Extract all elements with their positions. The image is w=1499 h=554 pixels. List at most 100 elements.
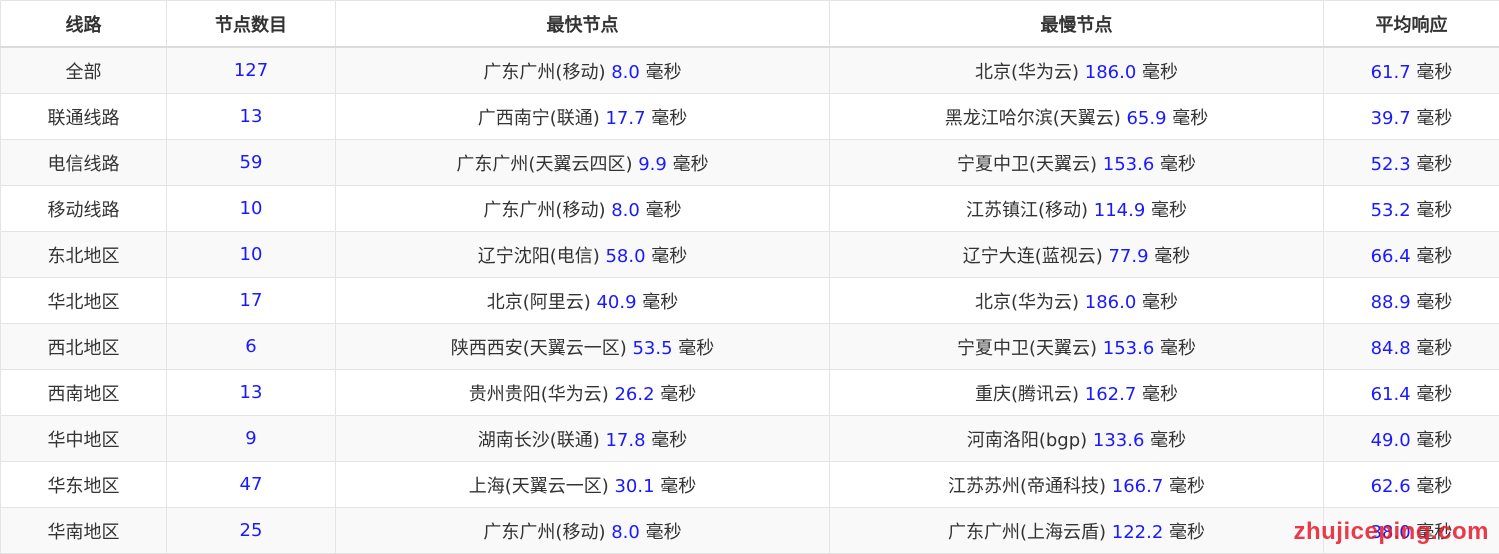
slowest-latency: 186.0 <box>1085 292 1137 313</box>
slowest-node-name: 宁夏中卫(天翼云) <box>957 154 1097 175</box>
slowest-cell: 黑龙江哈尔滨(天翼云) 65.9 毫秒 <box>830 94 1324 140</box>
fastest-node-name: 广东广州(移动) <box>483 62 605 83</box>
line-cell: 电信线路 <box>1 140 167 186</box>
average-cell: 88.9 毫秒 <box>1324 278 1499 324</box>
header-node-count: 节点数目 <box>167 1 336 48</box>
unit-label: 毫秒 <box>1416 108 1452 129</box>
table-body: 全部127广东广州(移动) 8.0 毫秒北京(华为云) 186.0 毫秒61.7… <box>1 47 1499 554</box>
unit-label: 毫秒 <box>1416 62 1452 83</box>
slowest-node-name: 北京(华为云) <box>975 292 1079 313</box>
unit-label: 毫秒 <box>646 522 682 543</box>
node-count: 10 <box>240 198 263 219</box>
slowest-node-name: 北京(华为云) <box>975 62 1079 83</box>
average-latency: 61.4 <box>1371 384 1411 405</box>
header-line: 线路 <box>1 1 167 48</box>
header-slowest-node: 最慢节点 <box>830 1 1324 48</box>
table-row: 联通线路 13 广西南宁(联通) 17.7 毫秒黑龙江哈尔滨(天翼云) 65.9 毫… <box>1 94 1499 140</box>
slowest-latency: 114.9 <box>1094 200 1146 221</box>
unit-label: 毫秒 <box>1169 476 1205 497</box>
fastest-cell: 北京(阿里云) 40.9 毫秒 <box>336 278 830 324</box>
unit-label: 毫秒 <box>660 384 696 405</box>
slowest-cell: 河南洛阳(bgp) 133.6 毫秒 <box>830 416 1324 462</box>
slowest-latency: 186.0 <box>1085 62 1137 83</box>
count-cell: 10 <box>167 186 336 232</box>
node-count: 13 <box>240 106 263 127</box>
slowest-latency: 65.9 <box>1126 108 1166 129</box>
average-cell: 61.7 毫秒 <box>1324 47 1499 94</box>
unit-label: 毫秒 <box>1416 292 1452 313</box>
fastest-latency: 58.0 <box>605 246 645 267</box>
line-name: 华南地区 <box>48 522 120 543</box>
node-count: 6 <box>245 336 256 357</box>
line-cell: 东北地区 <box>1 232 167 278</box>
fastest-cell: 湖南长沙(联通) 17.8 毫秒 <box>336 416 830 462</box>
line-name: 华东地区 <box>48 476 120 497</box>
slowest-cell: 宁夏中卫(天翼云) 153.6 毫秒 <box>830 324 1324 370</box>
slowest-cell: 江苏苏州(帝通科技) 166.7 毫秒 <box>830 462 1324 508</box>
node-count: 59 <box>240 152 263 173</box>
count-cell: 127 <box>167 47 336 94</box>
node-count: 17 <box>240 290 263 311</box>
slowest-node-name: 江苏镇江(移动) <box>966 200 1088 221</box>
table-row: 华东地区47上海(天翼云一区) 30.1 毫秒江苏苏州(帝通科技) 166.7 … <box>1 462 1499 508</box>
line-cell: 西北地区 <box>1 324 167 370</box>
slowest-node-name: 重庆(腾讯云) <box>975 384 1079 405</box>
fastest-cell: 广东广州(天翼云四区) 9.9 毫秒 <box>336 140 830 186</box>
fastest-latency: 26.2 <box>614 384 654 405</box>
node-count: 25 <box>240 520 263 541</box>
line-cell: 联通线路 <box>1 94 167 140</box>
unit-label: 毫秒 <box>1160 154 1196 175</box>
slowest-cell: 重庆(腾讯云) 162.7 毫秒 <box>830 370 1324 416</box>
unit-label: 毫秒 <box>642 292 678 313</box>
slowest-latency: 153.6 <box>1103 154 1155 175</box>
count-cell: 25 <box>167 508 336 554</box>
unit-label: 毫秒 <box>1416 476 1452 497</box>
count-cell: 13 <box>167 370 336 416</box>
fastest-latency: 53.5 <box>632 338 672 359</box>
fastest-latency: 30.1 <box>614 476 654 497</box>
table-row: 华北地区17北京(阿里云) 40.9 毫秒北京(华为云) 186.0 毫秒88.… <box>1 278 1499 324</box>
line-name: 电信线路 <box>48 154 120 175</box>
average-cell: 52.3 毫秒 <box>1324 140 1499 186</box>
average-latency: 66.4 <box>1371 246 1411 267</box>
unit-label: 毫秒 <box>678 338 714 359</box>
unit-label: 毫秒 <box>1416 384 1452 405</box>
line-cell: 华北地区 <box>1 278 167 324</box>
average-latency: 88.9 <box>1371 292 1411 313</box>
line-name: 西南地区 <box>48 384 120 405</box>
unit-label: 毫秒 <box>1416 430 1452 451</box>
table-row: 西南地区13贵州贵阳(华为云) 26.2 毫秒重庆(腾讯云) 162.7 毫秒6… <box>1 370 1499 416</box>
fastest-node-name: 湖南长沙(联通) <box>478 430 600 451</box>
unit-label: 毫秒 <box>1172 108 1208 129</box>
fastest-node-name: 陕西西安(天翼云一区) <box>451 338 627 359</box>
average-latency: 84.8 <box>1371 338 1411 359</box>
table-row: 电信线路59广东广州(天翼云四区) 9.9 毫秒宁夏中卫(天翼云) 153.6 … <box>1 140 1499 186</box>
line-name: 东北地区 <box>48 246 120 267</box>
fastest-cell: 陕西西安(天翼云一区) 53.5 毫秒 <box>336 324 830 370</box>
fastest-node-name: 广东广州(移动) <box>483 200 605 221</box>
unit-label: 毫秒 <box>1416 338 1452 359</box>
fastest-latency: 40.9 <box>596 292 636 313</box>
unit-label: 毫秒 <box>660 476 696 497</box>
average-latency: 62.6 <box>1371 476 1411 497</box>
slowest-latency: 153.6 <box>1103 338 1155 359</box>
fastest-cell: 贵州贵阳(华为云) 26.2 毫秒 <box>336 370 830 416</box>
fastest-cell: 辽宁沈阳(电信) 58.0 毫秒 <box>336 232 830 278</box>
unit-label: 毫秒 <box>1150 430 1186 451</box>
count-cell: 13 <box>167 94 336 140</box>
unit-label: 毫秒 <box>1142 384 1178 405</box>
average-latency: 53.2 <box>1371 200 1411 221</box>
latency-table: 线路 节点数目 最快节点 最慢节点 平均响应 全部127广东广州(移动) 8.0… <box>0 0 1499 554</box>
node-count: 127 <box>234 60 268 81</box>
fastest-cell: 广西南宁(联通) 17.7 毫秒 <box>336 94 830 140</box>
unit-label: 毫秒 <box>1142 62 1178 83</box>
slowest-latency: 133.6 <box>1093 430 1145 451</box>
unit-label: 毫秒 <box>651 430 687 451</box>
fastest-node-name: 贵州贵阳(华为云) <box>469 384 609 405</box>
average-latency: 39.7 <box>1371 108 1411 129</box>
line-name: 移动线路 <box>48 200 120 221</box>
unit-label: 毫秒 <box>1151 200 1187 221</box>
unit-label: 毫秒 <box>651 246 687 267</box>
line-cell: 华东地区 <box>1 462 167 508</box>
line-name: 西北地区 <box>48 338 120 359</box>
